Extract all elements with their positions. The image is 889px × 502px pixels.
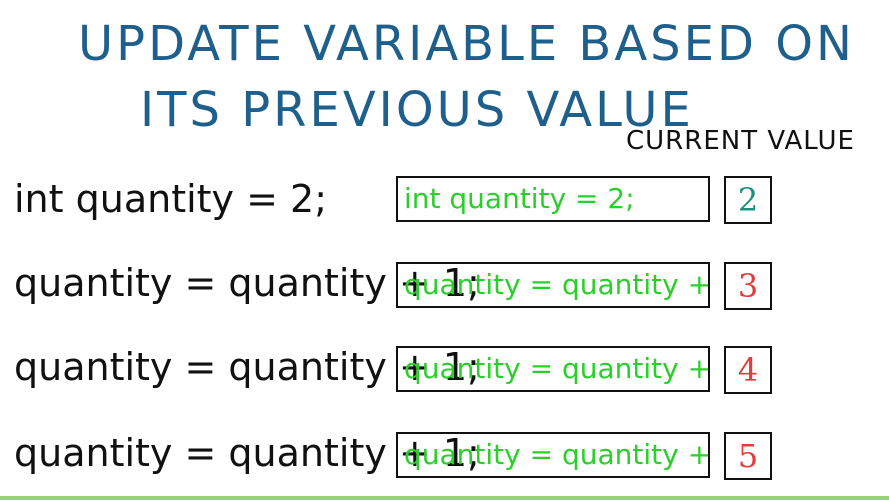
statement-row: quantity = quantity + 1; quantity = quan… (0, 432, 889, 502)
statement-row: int quantity = 2; int quantity = 2; 2 (0, 176, 889, 246)
current-value-box: 3 (724, 262, 772, 310)
statement-row: quantity = quantity + 1; quantity = quan… (0, 346, 889, 416)
boxed-statement: quantity = quantity + 1; (396, 432, 710, 478)
title-line-1: UPDATE VARIABLE BASED ON (78, 16, 855, 72)
boxed-statement: quantity = quantity + 1; (396, 346, 710, 392)
handwritten-statement: int quantity = 2; (14, 177, 328, 221)
current-value-box: 5 (724, 432, 772, 480)
title-line-2: ITS PREVIOUS VALUE (140, 82, 694, 138)
boxed-statement: quantity = quantity + 1; (396, 262, 710, 308)
bottom-rule (0, 496, 889, 500)
current-value-box: 2 (724, 176, 772, 224)
current-value-box: 4 (724, 346, 772, 394)
statement-row: quantity = quantity + 1; quantity = quan… (0, 262, 889, 332)
current-value-label: CURRENT VALUE (626, 126, 855, 156)
boxed-statement: int quantity = 2; (396, 176, 710, 222)
